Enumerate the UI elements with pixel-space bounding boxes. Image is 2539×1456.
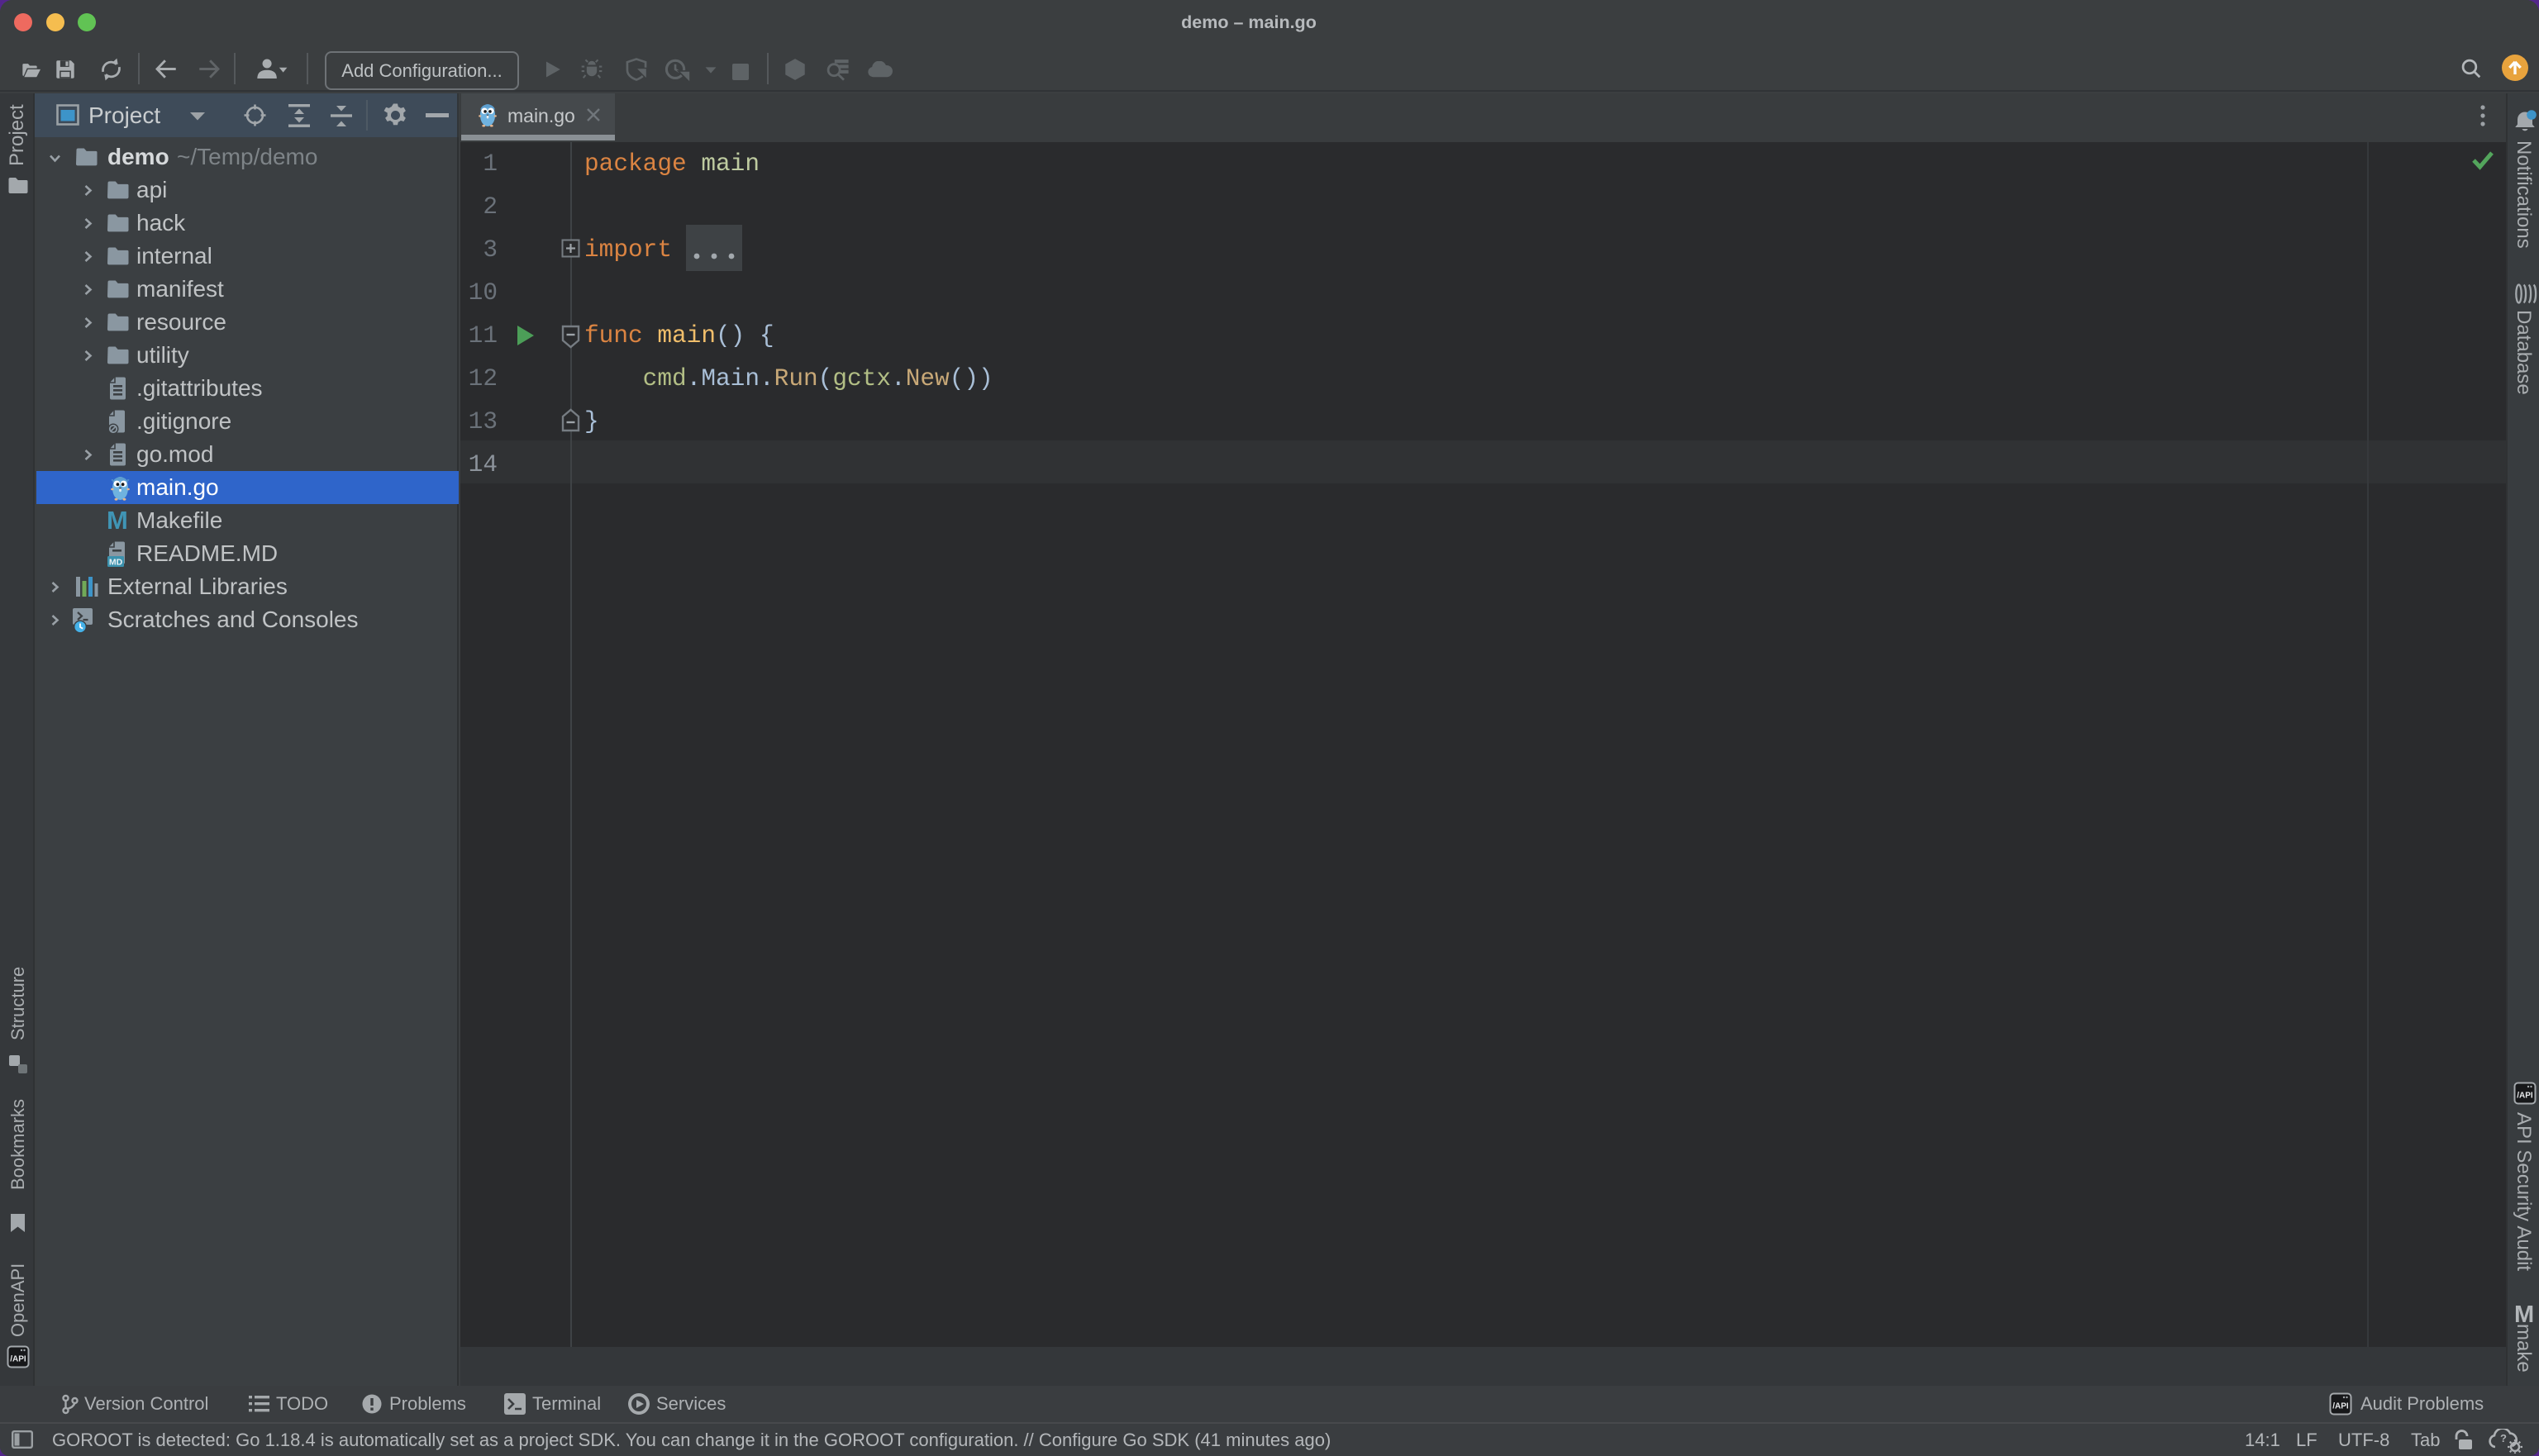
svg-text:/API: /API [2517,1092,2533,1101]
svg-text:?: ? [2500,1432,2507,1444]
svg-text:/API: /API [10,1355,26,1364]
svg-text:/API: /API [2332,1402,2349,1411]
svg-text:MD: MD [109,558,123,568]
